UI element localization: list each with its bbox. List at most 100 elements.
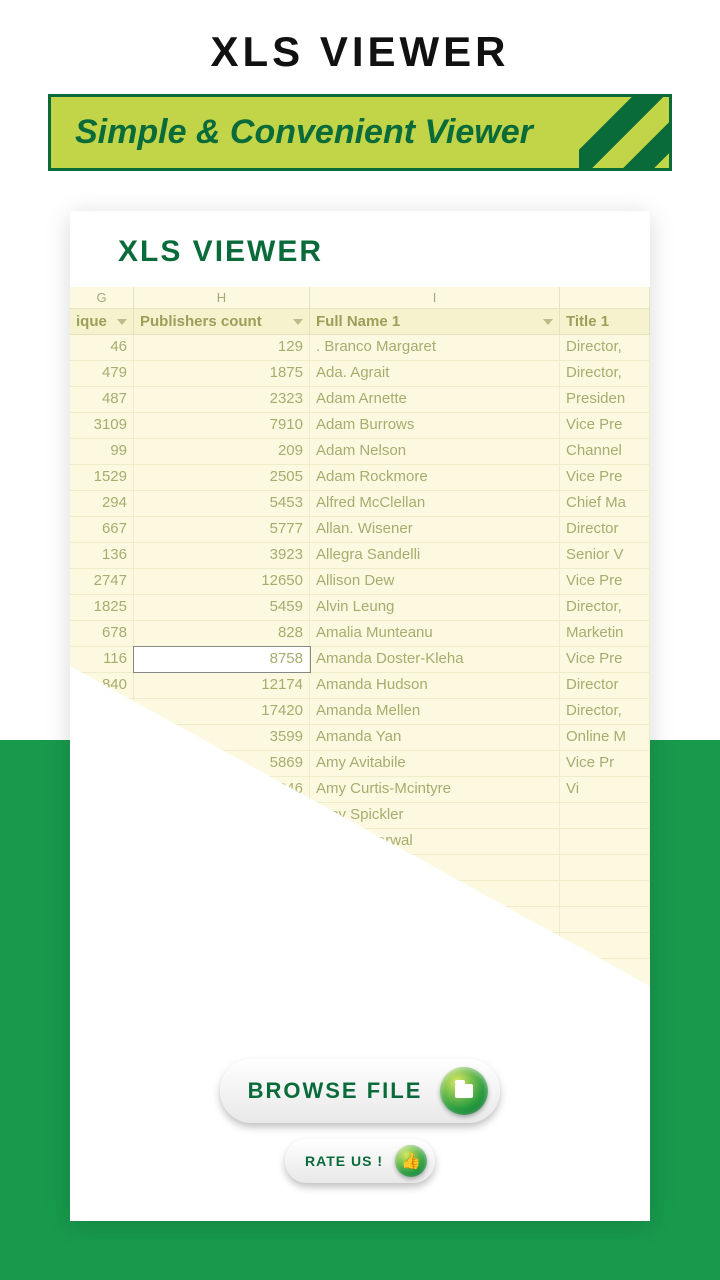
- cell[interactable]: 3247: [70, 933, 134, 958]
- table-row[interactable]: 274712650Allison DewVice Pre: [70, 569, 650, 595]
- table-row[interactable]: 18255459Alvin LeungDirector,: [70, 595, 650, 621]
- cell[interactable]: 678: [70, 621, 134, 646]
- rate-us-button[interactable]: RATE US ! 👍: [285, 1139, 435, 1183]
- cell[interactable]: 1825: [70, 595, 134, 620]
- header-publishers-count[interactable]: Publishers count: [134, 309, 310, 334]
- cell[interactable]: 1529: [70, 465, 134, 490]
- cell[interactable]: Vice Pre: [560, 647, 650, 672]
- table-row[interactable]: 6675777Allan. WisenerDirector: [70, 517, 650, 543]
- cell[interactable]: 3599: [134, 725, 310, 750]
- cell[interactable]: 479: [70, 361, 134, 386]
- header-title-1[interactable]: Title 1: [560, 309, 650, 334]
- table-row[interactable]: 4872323Adam ArnettePresiden: [70, 387, 650, 413]
- cell[interactable]: Online M: [560, 725, 650, 750]
- cell[interactable]: Allan. Wisener: [310, 517, 560, 542]
- table-row[interactable]: 131117420Amanda MellenDirector,: [70, 699, 650, 725]
- cell[interactable]: 1289: [70, 777, 134, 802]
- table-row[interactable]: 15292505Adam RockmoreVice Pre: [70, 465, 650, 491]
- table-row[interactable]: 678828Amalia MunteanuMarketin: [70, 621, 650, 647]
- cell[interactable]: 5869: [134, 751, 310, 776]
- cell[interactable]: 2323: [134, 387, 310, 412]
- cell[interactable]: Amanda Mellen: [310, 699, 560, 724]
- cell[interactable]: 294: [70, 491, 134, 516]
- cell[interactable]: Director,: [560, 335, 650, 360]
- cell[interactable]: Director,: [560, 361, 650, 386]
- cell[interactable]: Amy Spickler: [310, 803, 560, 828]
- table-row[interactable]: 99209Adam NelsonChannel: [70, 439, 650, 465]
- cell[interactable]: Vice Pre: [560, 465, 650, 490]
- cell[interactable]: Director,: [560, 595, 650, 620]
- cell[interactable]: Senior V: [560, 543, 650, 568]
- cell[interactable]: Vice Pre: [560, 569, 650, 594]
- cell[interactable]: Ada. Agrait: [310, 361, 560, 386]
- cell[interactable]: Amanda Yan: [310, 725, 560, 750]
- cell[interactable]: Director: [560, 517, 650, 542]
- cell[interactable]: [560, 881, 650, 906]
- table-row[interactable]: 2945453Alfred McClellanChief Ma: [70, 491, 650, 517]
- cell[interactable]: Vi: [560, 777, 650, 802]
- filter-icon[interactable]: [543, 319, 553, 325]
- cell[interactable]: Director: [560, 673, 650, 698]
- cell[interactable]: 828: [134, 621, 310, 646]
- cell[interactable]: Alfred McClellan: [310, 491, 560, 516]
- table-row[interactable]: 12897346Amy Curtis-McintyreVi: [70, 777, 650, 803]
- cell[interactable]: 1875: [134, 361, 310, 386]
- cell[interactable]: [134, 933, 310, 958]
- header-full-name[interactable]: Full Name 1: [310, 309, 560, 334]
- cell[interactable]: 618: [134, 803, 310, 828]
- cell[interactable]: 8758: [134, 647, 310, 672]
- cell[interactable]: [560, 803, 650, 828]
- cell[interactable]: 11: [70, 829, 134, 854]
- table-row[interactable]: 2505483Andre: [70, 881, 650, 907]
- cell[interactable]: Anant Agarwal: [310, 829, 560, 854]
- cell[interactable]: [560, 829, 650, 854]
- cell[interactable]: 775: [70, 803, 134, 828]
- table-row[interactable]: 46129. Branco MargaretDirector,: [70, 335, 650, 361]
- cell[interactable]: Amy Curtis-Mcintyre: [310, 777, 560, 802]
- cell[interactable]: [560, 855, 650, 880]
- cell[interactable]: 1516: [70, 907, 134, 932]
- cell[interactable]: 1643: [134, 829, 310, 854]
- cell[interactable]: Chief Ma: [560, 491, 650, 516]
- cell[interactable]: [560, 933, 650, 958]
- cell[interactable]: . Branco Margaret: [310, 335, 560, 360]
- cell[interactable]: [560, 907, 650, 932]
- cell[interactable]: 18660: [134, 855, 310, 880]
- cell[interactable]: 12174: [134, 673, 310, 698]
- cell[interactable]: Adam Rockmore: [310, 465, 560, 490]
- cell[interactable]: Vice Pr: [560, 751, 650, 776]
- cell[interactable]: Alvin Leung: [310, 595, 560, 620]
- table-row[interactable]: 775618Amy Spickler: [70, 803, 650, 829]
- browse-file-button[interactable]: BROWSE FILE: [220, 1059, 501, 1123]
- cell[interactable]: Channel: [560, 439, 650, 464]
- cell[interactable]: Amy Avitabile: [310, 751, 560, 776]
- cell[interactable]: [310, 933, 560, 958]
- cell[interactable]: 7346: [134, 777, 310, 802]
- cell[interactable]: 2505: [134, 465, 310, 490]
- cell[interactable]: Presiden: [560, 387, 650, 412]
- cell[interactable]: A: [310, 907, 560, 932]
- cell[interactable]: Amanda Doster-Kleha: [310, 647, 560, 672]
- cell[interactable]: 1311: [70, 699, 134, 724]
- cell[interactable]: 5777: [134, 517, 310, 542]
- cell[interactable]: 46: [70, 335, 134, 360]
- cell[interactable]: 7258: [134, 907, 310, 932]
- header-ique[interactable]: ique: [70, 309, 134, 334]
- cell[interactable]: 667: [70, 517, 134, 542]
- cell[interactable]: 840: [70, 673, 134, 698]
- table-row[interactable]: 4791875Ada. AgraitDirector,: [70, 361, 650, 387]
- cell[interactable]: 136: [70, 543, 134, 568]
- table-row[interactable]: 84012174Amanda HudsonDirector: [70, 673, 650, 699]
- cell[interactable]: Adam Nelson: [310, 439, 560, 464]
- cell[interactable]: 825: [70, 725, 134, 750]
- table-row[interactable]: 3247: [70, 933, 650, 959]
- cell[interactable]: 487: [70, 387, 134, 412]
- cell[interactable]: Andre: [310, 881, 560, 906]
- table-row[interactable]: 1168758Amanda Doster-KlehaVice Pre: [70, 647, 650, 673]
- cell[interactable]: 572: [70, 751, 134, 776]
- cell[interactable]: Vice Pre: [560, 413, 650, 438]
- cell[interactable]: Allison Dew: [310, 569, 560, 594]
- cell[interactable]: 5459: [134, 595, 310, 620]
- cell[interactable]: 5483: [134, 881, 310, 906]
- table-row[interactable]: 8253599Amanda YanOnline M: [70, 725, 650, 751]
